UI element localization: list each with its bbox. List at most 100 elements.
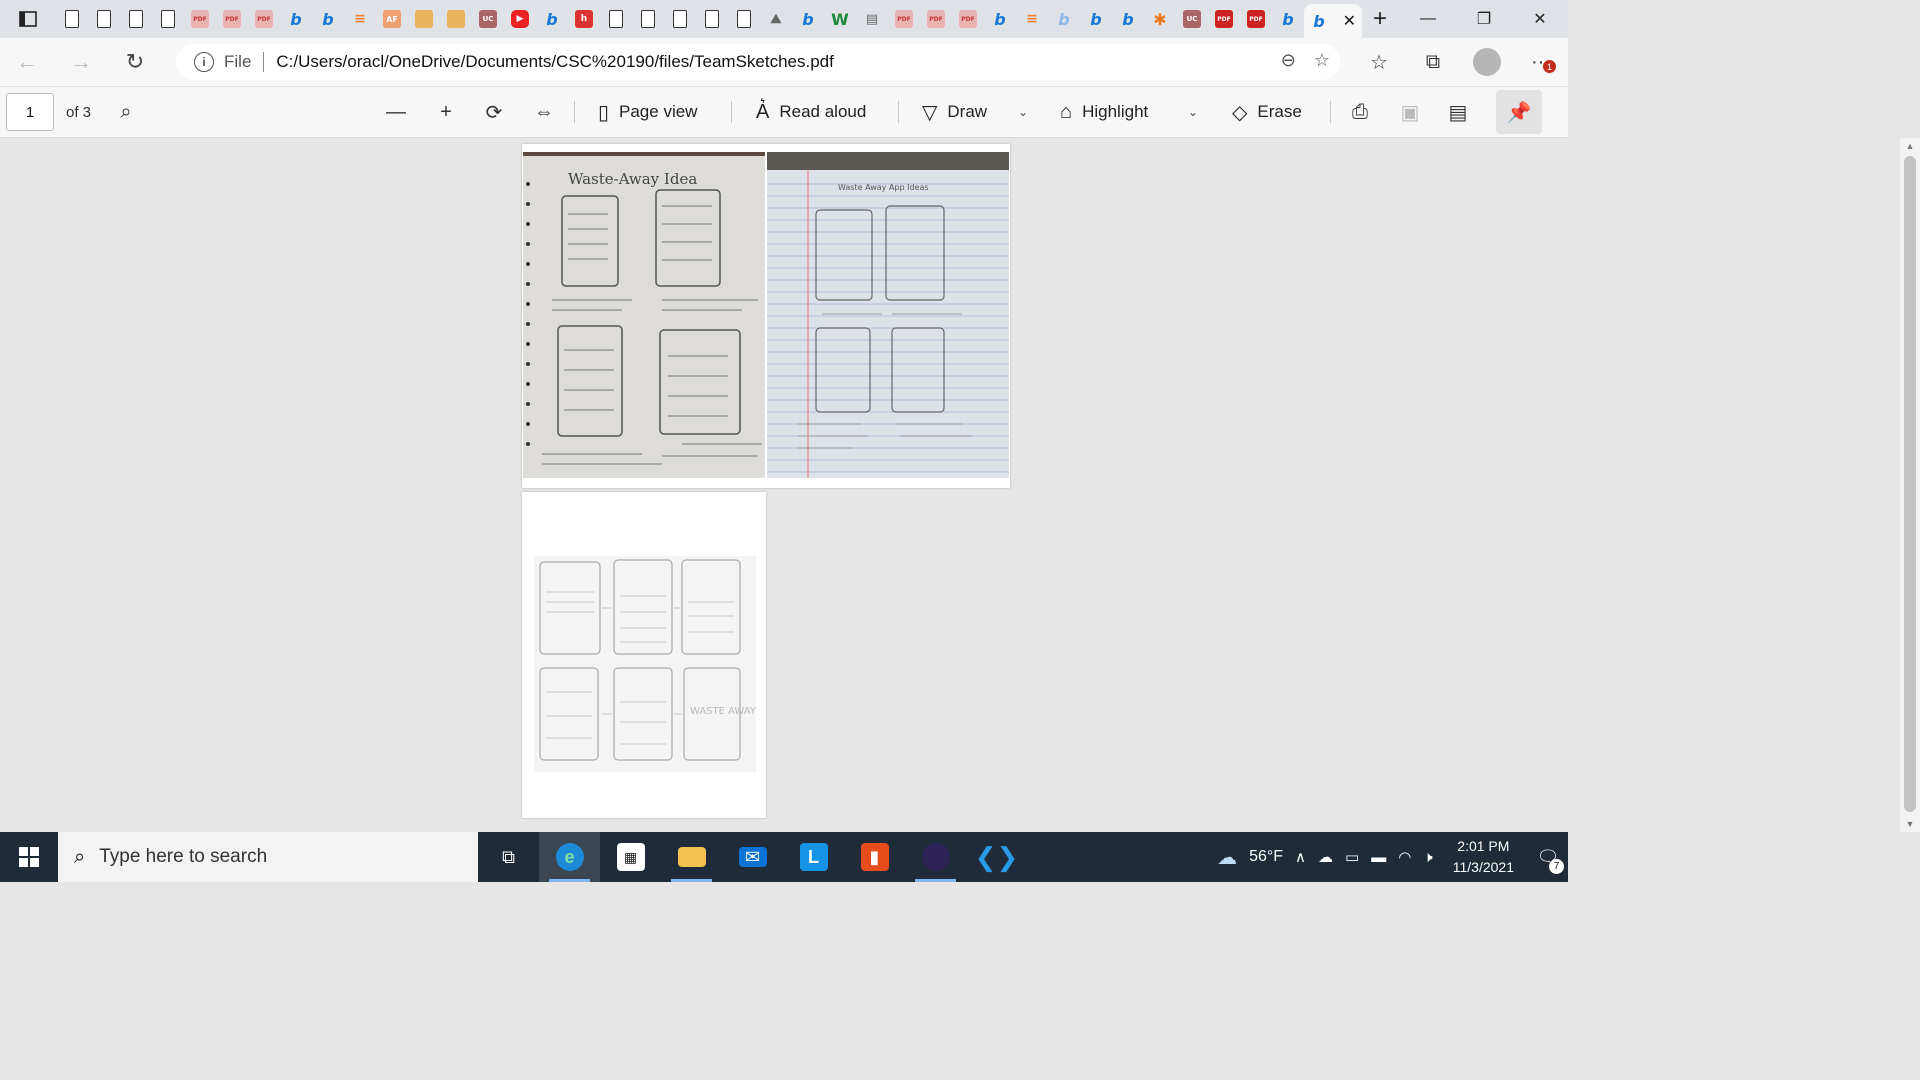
url-text[interactable]: C:/Users/oracl/OneDrive/Documents/CSC%20… xyxy=(276,52,833,72)
onedrive-icon[interactable]: ☁ xyxy=(1312,848,1339,866)
draw-button[interactable]: ▽ Draw xyxy=(922,92,987,132)
browser-tab[interactable]: b xyxy=(1272,4,1304,34)
zoom-in-button[interactable]: + xyxy=(426,92,466,132)
browser-tab[interactable]: b xyxy=(1048,4,1080,34)
scrollbar-thumb[interactable] xyxy=(1904,156,1916,812)
clock[interactable]: 2:01 PM 11/3/2021 xyxy=(1439,836,1528,878)
browser-tab[interactable] xyxy=(408,4,440,34)
browser-tab[interactable]: b xyxy=(1112,4,1144,34)
tab-active[interactable]: b ✕ xyxy=(1304,4,1362,38)
browser-tab[interactable] xyxy=(152,4,184,34)
favorites-button[interactable]: ☆ xyxy=(1352,38,1406,86)
browser-tab[interactable] xyxy=(728,4,760,34)
task-view-button[interactable]: ⧉ xyxy=(478,832,539,882)
pin-toolbar-button[interactable]: 📌 xyxy=(1496,90,1542,134)
profile-button[interactable] xyxy=(1460,38,1514,86)
back-button[interactable]: ← xyxy=(0,38,54,86)
browser-tab[interactable] xyxy=(120,4,152,34)
browser-tab[interactable]: ≡ xyxy=(1016,4,1048,34)
browser-tab[interactable]: ▶ xyxy=(504,4,536,34)
read-aloud-button[interactable]: A͛ Read aloud xyxy=(756,92,866,132)
settings-more-button[interactable]: ··· 1 xyxy=(1514,38,1568,86)
collections-button[interactable]: ⧉ xyxy=(1406,38,1460,86)
browser-tab[interactable]: PDF xyxy=(952,4,984,34)
start-button[interactable] xyxy=(0,832,58,882)
office-taskbar-button[interactable]: ▮ xyxy=(844,832,905,882)
site-info-icon[interactable]: i xyxy=(194,52,214,72)
close-tab-icon[interactable]: ✕ xyxy=(1343,11,1356,31)
browser-tab[interactable]: PDF xyxy=(1208,4,1240,34)
volume-muted-icon[interactable]: 🕨 xyxy=(1417,849,1438,866)
print-button[interactable]: ⎙ xyxy=(1340,92,1380,132)
lucidchart-taskbar-button[interactable]: L xyxy=(783,832,844,882)
battery-icon[interactable]: ▬ xyxy=(1365,849,1392,866)
mail-taskbar-button[interactable]: ✉ xyxy=(722,832,783,882)
vscode-taskbar-button[interactable]: ❮❯ xyxy=(966,832,1027,882)
browser-tab[interactable]: UC xyxy=(1176,4,1208,34)
file-explorer-taskbar-button[interactable] xyxy=(661,832,722,882)
close-window-button[interactable]: ✕ xyxy=(1512,0,1568,38)
browser-tab[interactable]: ≡ xyxy=(344,4,376,34)
browser-tab[interactable]: ✱ xyxy=(1144,4,1176,34)
browser-tab[interactable]: PDF xyxy=(184,4,216,34)
save-as-button[interactable]: ▤ xyxy=(1438,92,1478,132)
browser-tab[interactable]: b xyxy=(536,4,568,34)
browser-tab[interactable]: b xyxy=(984,4,1016,34)
browser-tab[interactable] xyxy=(696,4,728,34)
scroll-down-icon[interactable]: ▼ xyxy=(1900,816,1920,832)
cloud-weather-icon[interactable]: ☁ xyxy=(1211,845,1243,870)
browser-tab[interactable]: b xyxy=(1080,4,1112,34)
vertical-scrollbar[interactable]: ▲ ▼ xyxy=(1900,138,1920,832)
taskbar-search-box[interactable]: ⌕ Type here to search xyxy=(58,832,478,882)
browser-tab[interactable] xyxy=(440,4,472,34)
monitor-icon[interactable]: ▭ xyxy=(1339,848,1365,866)
browser-tab[interactable]: ▤ xyxy=(856,4,888,34)
draw-options-button[interactable]: ⌄ xyxy=(1018,92,1028,132)
browser-tab[interactable]: h xyxy=(568,4,600,34)
browser-tab[interactable]: PDF xyxy=(1240,4,1272,34)
highlight-options-button[interactable]: ⌄ xyxy=(1188,92,1198,132)
browser-tab[interactable]: PDF xyxy=(248,4,280,34)
browser-tab[interactable] xyxy=(600,4,632,34)
address-bar[interactable]: i File C:/Users/oracl/OneDrive/Documents… xyxy=(176,44,1340,80)
browser-tab[interactable] xyxy=(632,4,664,34)
restore-button[interactable]: ❐ xyxy=(1456,0,1512,38)
browser-tab[interactable]: PDF xyxy=(216,4,248,34)
weather-temperature[interactable]: 56°F xyxy=(1243,848,1289,866)
eclipse-taskbar-button[interactable] xyxy=(905,832,966,882)
fit-width-button[interactable]: ⇔ xyxy=(524,92,564,132)
page-number-input[interactable]: 1 xyxy=(6,93,54,131)
highlight-button[interactable]: ⌂ Highlight xyxy=(1060,92,1148,132)
browser-tab[interactable]: ⛰ xyxy=(760,4,792,34)
browser-tab[interactable]: AF xyxy=(376,4,408,34)
browser-tab[interactable] xyxy=(88,4,120,34)
browser-tab[interactable]: PDF xyxy=(888,4,920,34)
browser-tab[interactable] xyxy=(56,4,88,34)
browser-tab[interactable]: PDF xyxy=(920,4,952,34)
refresh-button[interactable]: ↻ xyxy=(108,38,162,86)
new-tab-button[interactable]: + xyxy=(1362,4,1398,34)
store-taskbar-button[interactable]: ▦ xyxy=(600,832,661,882)
chevron-up-icon[interactable]: ∧ xyxy=(1289,848,1312,866)
save-button[interactable]: ▣ xyxy=(1390,92,1430,132)
find-button[interactable]: ⌕ xyxy=(106,92,146,132)
forward-button[interactable]: → xyxy=(54,38,108,86)
browser-tab[interactable]: b xyxy=(792,4,824,34)
zoom-out-button[interactable]: — xyxy=(376,92,416,132)
browser-tab[interactable]: b xyxy=(280,4,312,34)
browser-tab[interactable]: UC xyxy=(472,4,504,34)
scroll-up-icon[interactable]: ▲ xyxy=(1900,138,1920,154)
rotate-button[interactable]: ⟳ xyxy=(474,92,514,132)
tab-actions-button[interactable] xyxy=(0,0,56,38)
browser-tab[interactable]: b xyxy=(312,4,344,34)
zoom-out-icon[interactable]: ⊖ xyxy=(1281,50,1296,71)
pdf-viewer[interactable]: Waste-Away Idea Waste Away App Ideas WAS… xyxy=(0,138,1548,832)
browser-tab[interactable] xyxy=(664,4,696,34)
browser-tab[interactable]: W xyxy=(824,4,856,34)
page-view-button[interactable]: ▯ Page view xyxy=(598,92,697,132)
edge-taskbar-button[interactable]: e xyxy=(539,832,600,882)
add-favorite-icon[interactable]: ☆ xyxy=(1314,50,1330,71)
erase-button[interactable]: ◇ Erase xyxy=(1232,92,1302,132)
notification-center-button[interactable]: 🗨 7 xyxy=(1528,832,1568,882)
minimize-button[interactable]: — xyxy=(1400,0,1456,38)
